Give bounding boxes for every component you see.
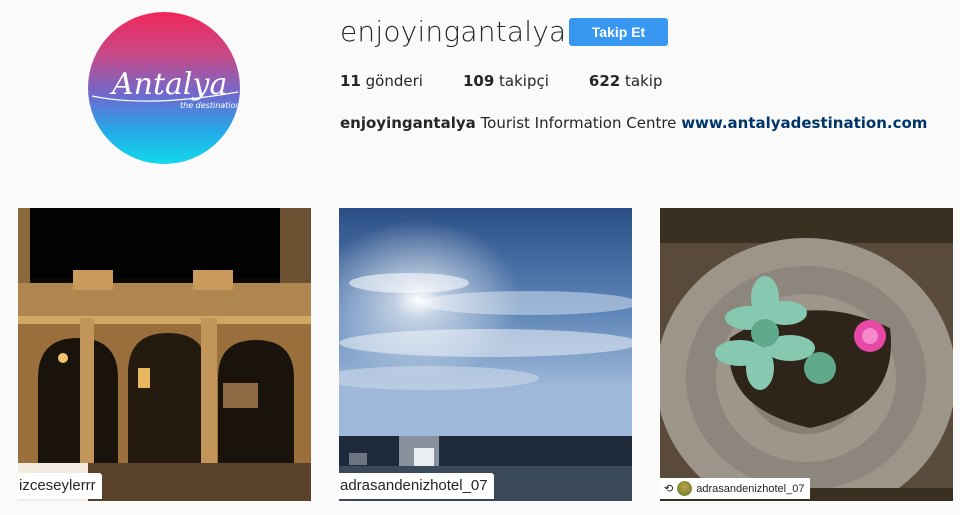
bio-link[interactable]: www.antalyadestination.com: [681, 114, 927, 132]
stat-following-count: 622: [588, 72, 621, 90]
stat-followers-count: 109: [462, 72, 495, 90]
profile-username: enjoyingantalya: [340, 15, 567, 48]
post-repost-badge: ⟲ adrasandenizhotel_07: [660, 478, 811, 499]
bio-name: enjoyingantalya: [340, 114, 476, 132]
bio-text: Tourist Information Centre: [480, 114, 677, 132]
stat-posts: 11 gönderi: [340, 72, 423, 90]
post-thumbnail-succulent[interactable]: ⟲ adrasandenizhotel_07: [660, 208, 953, 501]
stat-posts-count: 11: [340, 72, 361, 90]
post-overlay-username: adrasandenizhotel_07: [696, 482, 805, 495]
post-thumbnail-arches[interactable]: izceseylerrr: [18, 208, 311, 501]
repost-icon: ⟲: [664, 483, 674, 495]
avatar-logo-subtext: the destination: [180, 101, 240, 110]
post-thumbnail-sea[interactable]: adrasandenizhotel_07: [339, 208, 632, 501]
stat-following[interactable]: 622 takip: [589, 72, 663, 90]
post-overlay-username: adrasandenizhotel_07: [339, 473, 494, 499]
profile-avatar[interactable]: Antalya the destination: [88, 12, 240, 164]
post-overlay-username: izceseylerrr: [18, 473, 102, 499]
arches-photo: [18, 208, 311, 501]
stat-following-label: takip: [625, 72, 663, 90]
repost-avatar: [677, 481, 693, 496]
stat-followers-label: takipçi: [499, 72, 549, 90]
sea-photo: [339, 208, 632, 501]
profile-bio: enjoyingantalya Tourist Information Cent…: [340, 114, 927, 132]
stat-followers[interactable]: 109 takipçi: [463, 72, 549, 90]
follow-button[interactable]: Takip Et: [569, 18, 668, 46]
profile-stats: 11 gönderi 109 takipçi 622 takip: [340, 72, 702, 90]
stat-posts-label: gönderi: [365, 72, 423, 90]
succulent-photo: [660, 208, 953, 501]
